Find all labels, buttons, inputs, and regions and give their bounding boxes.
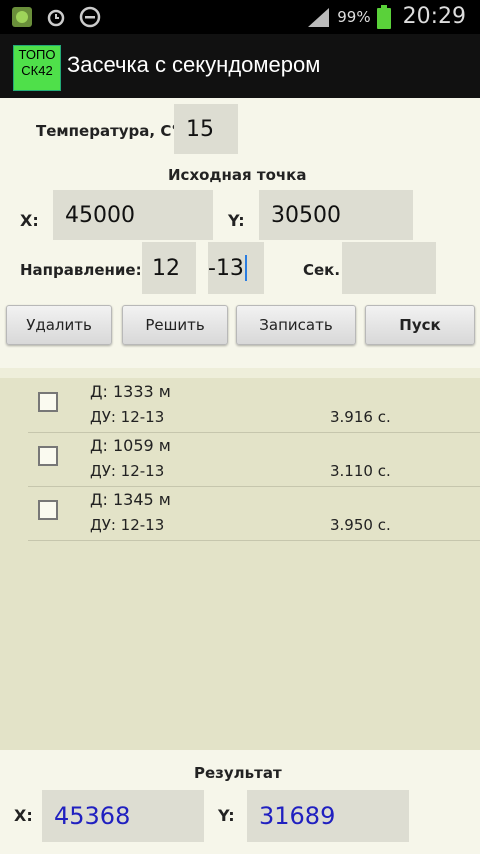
record-distance: Д: 1059 м bbox=[90, 436, 171, 455]
x-label: X: bbox=[20, 211, 39, 230]
record-checkbox[interactable] bbox=[38, 392, 58, 412]
do-not-disturb-icon bbox=[79, 6, 101, 28]
result-y-value: 31689 bbox=[247, 790, 409, 842]
y-input[interactable]: 30500 bbox=[259, 190, 413, 240]
direction-minor-input[interactable]: -13 bbox=[208, 242, 264, 294]
record-seconds: 3.916 с. bbox=[330, 408, 391, 426]
x-input[interactable]: 45000 bbox=[53, 190, 213, 240]
record-seconds: 3.110 с. bbox=[330, 462, 391, 480]
record-checkbox[interactable] bbox=[38, 446, 58, 466]
list-item[interactable]: Д: 1059 м ДУ: 12-13 3.110 с. bbox=[28, 432, 480, 487]
result-header: Результат bbox=[194, 764, 282, 782]
record-du: ДУ: 12-13 bbox=[90, 462, 165, 480]
temperature-label: Температура, С° bbox=[36, 122, 179, 140]
result-panel: Результат X: 45368 Y: 31689 bbox=[0, 750, 480, 854]
delete-button[interactable]: Удалить bbox=[6, 305, 112, 345]
record-distance: Д: 1345 м bbox=[90, 490, 171, 509]
direction-minor-value: -13 bbox=[208, 255, 244, 281]
record-checkbox[interactable] bbox=[38, 500, 58, 520]
app-title: Засечка с секундомером bbox=[67, 52, 321, 77]
text-cursor bbox=[244, 255, 247, 281]
record-du: ДУ: 12-13 bbox=[90, 516, 165, 534]
app-notification-icon bbox=[12, 7, 32, 27]
result-x-label: X: bbox=[14, 806, 33, 825]
list-item[interactable]: Д: 1345 м ДУ: 12-13 3.950 с. bbox=[28, 486, 480, 541]
app-logo: ТОПО СК42 bbox=[13, 45, 61, 91]
direction-major-input[interactable]: 12 bbox=[142, 242, 196, 294]
logo-line2: СК42 bbox=[21, 63, 53, 78]
status-bar: 99% 20:29 bbox=[0, 0, 480, 34]
record-du: ДУ: 12-13 bbox=[90, 408, 165, 426]
clock: 20:29 bbox=[402, 4, 466, 29]
record-distance: Д: 1333 м bbox=[90, 382, 171, 401]
y-label: Y: bbox=[228, 211, 245, 230]
temperature-input[interactable]: 15 bbox=[174, 104, 238, 154]
solve-button[interactable]: Решить bbox=[122, 305, 228, 345]
records-list: Д: 1333 м ДУ: 12-13 3.916 с. Д: 1059 м Д… bbox=[0, 378, 480, 750]
result-y-label: Y: bbox=[218, 806, 235, 825]
signal-icon bbox=[308, 7, 330, 27]
battery-percent: 99% bbox=[337, 7, 371, 26]
action-bar: ТОПО СК42 Засечка с секундомером bbox=[0, 34, 480, 98]
result-x-value: 45368 bbox=[42, 790, 204, 842]
record-button[interactable]: Записать bbox=[236, 305, 356, 345]
record-seconds: 3.950 с. bbox=[330, 516, 391, 534]
logo-line1: ТОПО bbox=[18, 47, 56, 62]
battery-icon bbox=[376, 4, 391, 29]
sec-label: Сек. bbox=[303, 261, 341, 279]
direction-label: Направление: bbox=[20, 261, 142, 279]
list-item[interactable]: Д: 1333 м ДУ: 12-13 3.916 с. bbox=[28, 378, 480, 433]
origin-header: Исходная точка bbox=[168, 166, 307, 184]
alarm-icon bbox=[47, 9, 65, 27]
sec-input[interactable] bbox=[342, 242, 436, 294]
start-button[interactable]: Пуск bbox=[365, 305, 475, 345]
